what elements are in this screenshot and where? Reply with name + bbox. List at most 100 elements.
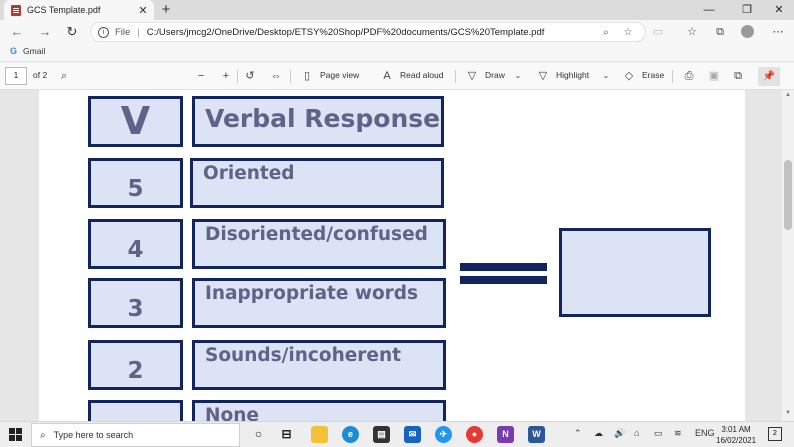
toolbar-divider — [672, 70, 673, 83]
read-aloud-button[interactable]: Read aloud — [400, 70, 443, 80]
toolbar-divider — [237, 70, 238, 83]
minimize-button[interactable]: — — [692, 0, 726, 20]
info-icon[interactable]: i — [98, 26, 109, 38]
close-window-button[interactable]: ✕ — [762, 0, 794, 20]
chrome-icon[interactable]: ● — [466, 426, 483, 443]
cortana-icon[interactable]: ○ — [250, 426, 267, 443]
favorites-icon[interactable]: ☆ — [684, 24, 700, 40]
highlight-button[interactable]: Highlight — [556, 70, 589, 80]
response-label: None — [205, 405, 259, 421]
scroll-down-icon[interactable]: ▼ — [784, 410, 792, 416]
pdf-file-icon — [11, 4, 21, 16]
vertical-scrollbar[interactable]: ▲ ▼ — [782, 90, 794, 421]
onenote-icon[interactable]: N — [497, 426, 514, 443]
system-clock[interactable]: 3:01 AM 16/02/2021 — [716, 424, 756, 446]
toolbar-divider — [290, 70, 291, 83]
zoom-out-icon[interactable]: − — [194, 69, 208, 83]
onedrive-cloud-icon[interactable]: ☁ — [594, 428, 603, 439]
file-explorer-icon[interactable] — [311, 426, 328, 443]
tab-gcs-template[interactable]: GCS Template.pdf ✕ — [4, 0, 154, 20]
address-url[interactable]: C:/Users/jmcg2/OneDrive/Desktop/ETSY%20S… — [147, 27, 545, 38]
windows-taskbar: ⌕ Type here to search ○ ⊟ e ▤ ✉ ✈ ● N W … — [0, 421, 794, 447]
maximize-button[interactable]: ❐ — [730, 0, 764, 20]
scrollbar-thumb[interactable] — [784, 160, 792, 230]
score-box-4: 4 — [88, 219, 183, 269]
show-hidden-icons-chevron[interactable]: ⌃ — [574, 428, 582, 439]
save-as-icon[interactable]: ⧉ — [731, 69, 745, 83]
tab-strip: GCS Template.pdf ✕ + — ❐ ✕ — [0, 0, 794, 20]
verbal-header-label-box: Verbal Response — [192, 96, 444, 147]
verbal-header-label: Verbal Response — [205, 104, 441, 133]
toolbar-divider — [455, 70, 456, 83]
favorites-bar: G Gmail — [0, 44, 794, 62]
page-number-input[interactable]: 1 — [5, 67, 27, 85]
language-indicator[interactable]: ENG — [695, 428, 715, 438]
erase-button[interactable]: Erase — [642, 70, 664, 80]
close-tab-icon[interactable]: ✕ — [136, 4, 150, 17]
address-bar[interactable]: i File | C:/Users/jmcg2/OneDrive/Desktop… — [90, 22, 646, 42]
score-value: 4 — [127, 237, 144, 263]
verbal-header-score: V — [120, 99, 151, 143]
app-icon[interactable]: ✈ — [435, 426, 452, 443]
word-icon[interactable]: W — [528, 426, 545, 443]
favorite-gmail[interactable]: G Gmail — [10, 46, 45, 56]
mail-icon[interactable]: ✉ — [404, 426, 421, 443]
forward-arrow-icon[interactable]: → — [36, 23, 54, 41]
favorite-label: Gmail — [23, 46, 46, 56]
highlight-icon[interactable]: ▽ — [536, 69, 550, 83]
task-view-icon[interactable]: ⊟ — [278, 426, 295, 443]
equals-sign-top-bar — [460, 263, 547, 271]
browser-window: GCS Template.pdf ✕ + — ❐ ✕ ← → ↻ i File … — [0, 0, 794, 447]
back-arrow-icon[interactable]: ← — [8, 23, 26, 41]
draw-dropdown-icon[interactable]: ⌄ — [511, 69, 525, 83]
fit-page-icon[interactable]: ⇔ — [269, 69, 283, 83]
pdf-toolbar: 1 of 2 ⌕ − + ↺ ⇔ ▯ Page view A Read alou… — [0, 63, 794, 90]
response-box-2: Sounds/incoherent — [192, 340, 446, 390]
zoom-icon[interactable]: ⌕ — [599, 26, 613, 40]
battery-icon[interactable]: ▭ — [654, 428, 663, 439]
taskbar-search-box[interactable]: ⌕ Type here to search — [31, 423, 240, 447]
wifi-icon[interactable]: ≋ — [674, 428, 682, 439]
store-icon[interactable]: ▤ — [373, 426, 390, 443]
draw-button[interactable]: Draw — [485, 70, 505, 80]
print-icon[interactable]: ⎙ — [682, 69, 696, 83]
pdf-page: V Verbal Response 5 Oriented 4 Disorient… — [39, 90, 745, 421]
page-view-button[interactable]: Page view — [320, 70, 359, 80]
save-icon[interactable]: ▣ — [707, 69, 721, 83]
response-box-3: Inappropriate words — [192, 278, 446, 328]
score-box-1: 1 — [88, 400, 183, 421]
extension-icon[interactable]: ▭ — [650, 24, 666, 40]
address-separator: | — [137, 26, 140, 38]
rotate-icon[interactable]: ↺ — [243, 69, 257, 83]
eraser-icon[interactable]: ◇ — [622, 69, 636, 83]
add-favorite-star-icon[interactable]: ☆ — [621, 26, 635, 40]
response-box-4: Disoriented/confused — [192, 219, 446, 269]
highlight-dropdown-icon[interactable]: ⌄ — [599, 69, 613, 83]
pdf-viewer[interactable]: V Verbal Response 5 Oriented 4 Disorient… — [0, 90, 794, 421]
scroll-up-icon[interactable]: ▲ — [784, 92, 792, 98]
edge-browser-icon[interactable]: e — [342, 426, 359, 443]
network-icon[interactable]: ⌂ — [634, 428, 639, 438]
verbal-total-answer-box — [559, 228, 711, 317]
notifications-icon[interactable]: 2 — [768, 427, 782, 441]
response-label: Sounds/incoherent — [205, 345, 401, 366]
draw-icon[interactable]: ▽ — [465, 69, 479, 83]
taskbar-search-placeholder: Type here to search — [53, 430, 134, 440]
page-view-icon[interactable]: ▯ — [300, 69, 314, 83]
windows-start-icon[interactable] — [9, 428, 22, 441]
score-value: 2 — [127, 358, 144, 384]
search-icon: ⌕ — [40, 429, 46, 441]
collections-icon[interactable]: ⧉ — [712, 24, 728, 40]
verbal-header-score-box: V — [88, 96, 183, 147]
read-aloud-icon[interactable]: A — [380, 69, 394, 83]
new-tab-button[interactable]: + — [158, 1, 174, 19]
search-icon[interactable]: ⌕ — [57, 69, 71, 83]
zoom-in-icon[interactable]: + — [219, 69, 233, 83]
refresh-icon[interactable]: ↻ — [63, 23, 81, 41]
pin-toolbar-icon[interactable]: 📌 — [758, 67, 780, 86]
response-label: Inappropriate words — [205, 283, 419, 304]
response-label: Oriented — [203, 163, 295, 184]
more-options-icon[interactable]: ⋯ — [770, 24, 786, 40]
volume-icon[interactable]: 🔊 — [614, 428, 625, 439]
profile-avatar[interactable] — [741, 25, 754, 38]
